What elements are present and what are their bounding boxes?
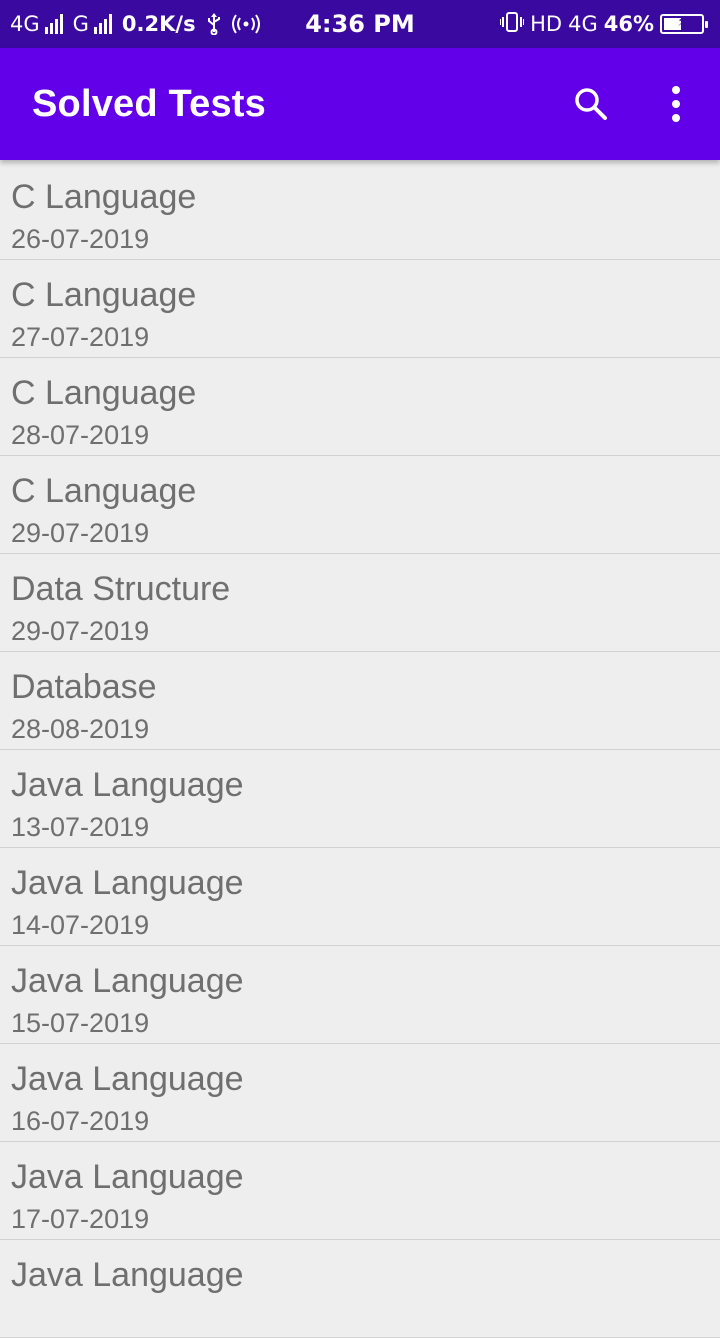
test-date: 28-07-2019 [11, 420, 150, 450]
test-subject: Java Language [11, 962, 244, 1000]
test-subject: Database [11, 668, 157, 706]
test-date: 29-07-2019 [11, 616, 150, 646]
app-bar: Solved Tests [0, 48, 720, 160]
test-date: 16-07-2019 [11, 1106, 150, 1136]
test-date: 13-07-2019 [11, 812, 150, 842]
test-subject: C Language [11, 178, 197, 216]
test-subject: Java Language [11, 766, 244, 804]
test-subject: C Language [11, 472, 197, 510]
test-subject: Java Language [11, 1158, 244, 1196]
battery-charging-icon: ⚡ [660, 14, 708, 34]
network-4g-data-indicator: 4G [568, 12, 598, 36]
test-subject: Java Language [11, 864, 244, 902]
status-bar-right: HD 4G 46% ⚡ [499, 0, 708, 48]
list-item[interactable]: Java Language 13-07-2019 [0, 750, 720, 848]
test-date: 29-07-2019 [11, 518, 150, 548]
vibrate-icon [499, 11, 526, 38]
test-date: 28-08-2019 [11, 714, 150, 744]
test-subject: C Language [11, 374, 197, 412]
search-button[interactable] [563, 76, 619, 132]
search-icon [575, 88, 607, 120]
test-date: 14-07-2019 [11, 910, 150, 940]
list-item[interactable]: Java Language [0, 1240, 720, 1338]
list-item[interactable]: Data Structure 29-07-2019 [0, 554, 720, 652]
overflow-menu-button[interactable] [648, 76, 704, 132]
list-item[interactable]: Java Language 14-07-2019 [0, 848, 720, 946]
list-item[interactable]: Java Language 15-07-2019 [0, 946, 720, 1044]
page-title: Solved Tests [32, 82, 266, 125]
list-item[interactable]: C Language 26-07-2019 [0, 162, 720, 260]
list-item[interactable]: Java Language 17-07-2019 [0, 1142, 720, 1240]
test-subject: Data Structure [11, 570, 231, 608]
test-subject: C Language [11, 276, 197, 314]
list-item[interactable]: Database 28-08-2019 [0, 652, 720, 750]
test-date: 17-07-2019 [11, 1204, 150, 1234]
list-item[interactable]: Java Language 16-07-2019 [0, 1044, 720, 1142]
list-item[interactable]: C Language 27-07-2019 [0, 260, 720, 358]
status-bar: 4G G 0.2K/s 4:36 PM HD 4G 46% ⚡ [0, 0, 720, 48]
test-date: 15-07-2019 [11, 1008, 150, 1038]
more-vert-icon [672, 86, 680, 122]
solved-tests-list: C Language 26-07-2019 C Language 27-07-2… [0, 162, 720, 1338]
list-item[interactable]: C Language 28-07-2019 [0, 358, 720, 456]
battery-percent: 46% [603, 12, 654, 36]
test-date: 27-07-2019 [11, 322, 150, 352]
hd-indicator: HD [530, 12, 563, 36]
test-subject: Java Language [11, 1060, 244, 1098]
test-date: 26-07-2019 [11, 224, 150, 254]
test-subject: Java Language [11, 1256, 244, 1294]
list-item[interactable]: C Language 29-07-2019 [0, 456, 720, 554]
